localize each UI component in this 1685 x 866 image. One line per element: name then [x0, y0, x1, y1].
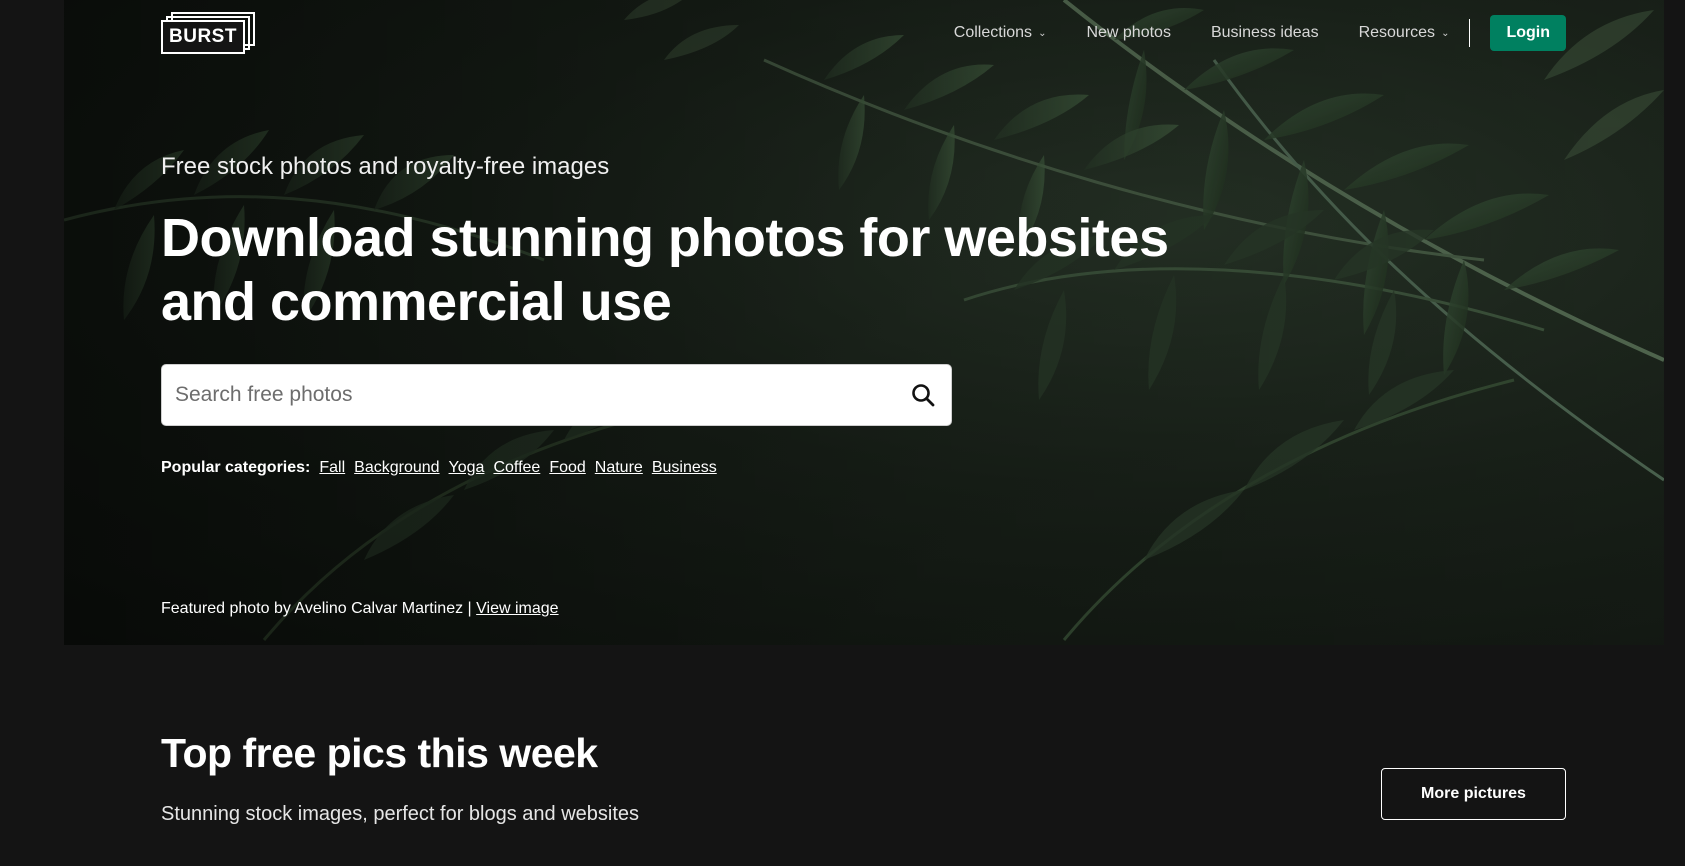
- nav-business-ideas-label: Business ideas: [1210, 24, 1319, 41]
- popular-categories-label: Popular categories:: [161, 459, 311, 476]
- nav-resources-label: Resources: [1358, 24, 1436, 41]
- nav-resources[interactable]: Resources ⌄: [1359, 24, 1450, 42]
- logo-text: BURST: [161, 20, 245, 54]
- photo-credit: Featured photo by Avelino Calvar Martine…: [161, 600, 559, 618]
- main-nav: Collections ⌄ New photos Business ideas …: [914, 15, 1566, 51]
- login-button[interactable]: Login: [1490, 15, 1566, 51]
- nav-collections-label: Collections: [953, 24, 1033, 41]
- search-icon[interactable]: [909, 381, 937, 409]
- chevron-down-icon: ⌄: [1441, 27, 1450, 39]
- chevron-down-icon: ⌄: [1038, 27, 1047, 39]
- photo-credit-text: Featured photo by Avelino Calvar Martine…: [161, 600, 472, 617]
- page: BURST Collections ⌄ New photos Business …: [0, 0, 1685, 866]
- category-link-nature[interactable]: Nature: [595, 459, 643, 477]
- view-image-link[interactable]: View image: [476, 600, 558, 617]
- nav-new-photos-label: New photos: [1086, 24, 1171, 41]
- search-input[interactable]: [175, 383, 875, 407]
- nav-new-photos[interactable]: New photos: [1086, 24, 1171, 42]
- section-title: Top free pics this week: [161, 730, 598, 776]
- category-link-fall[interactable]: Fall: [319, 459, 345, 477]
- section-subtitle: Stunning stock images, perfect for blogs…: [161, 803, 640, 825]
- nav-divider: [1469, 19, 1471, 47]
- search-box[interactable]: [161, 364, 952, 426]
- category-link-business[interactable]: Business: [652, 459, 717, 477]
- category-link-food[interactable]: Food: [549, 459, 585, 477]
- hero-title: Download stunning photos for websites an…: [161, 208, 1169, 332]
- hero-subtitle: Free stock photos and royalty-free image…: [161, 153, 610, 180]
- burst-logo[interactable]: BURST: [161, 12, 256, 56]
- more-pictures-button[interactable]: More pictures: [1381, 768, 1566, 820]
- popular-categories: Popular categories: Fall Background Yoga…: [161, 459, 726, 477]
- category-link-coffee[interactable]: Coffee: [493, 459, 540, 477]
- nav-business-ideas[interactable]: Business ideas: [1211, 24, 1319, 42]
- category-link-yoga[interactable]: Yoga: [449, 459, 485, 477]
- category-link-background[interactable]: Background: [354, 459, 439, 477]
- nav-collections[interactable]: Collections ⌄: [954, 24, 1047, 42]
